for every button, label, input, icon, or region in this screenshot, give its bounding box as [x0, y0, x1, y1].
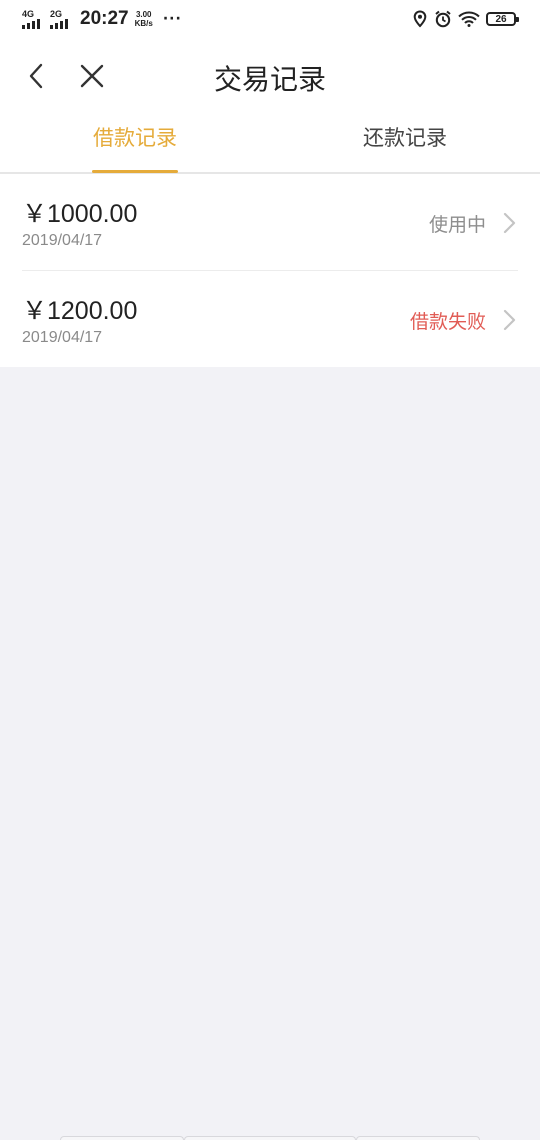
- record-amount: ￥1200.00: [22, 297, 138, 325]
- record-tabs: 借款记录 还款记录: [0, 110, 540, 174]
- list-item[interactable]: ￥1000.00 2019/04/17 使用中: [22, 174, 518, 271]
- record-amount: ￥1000.00: [22, 200, 138, 228]
- bottom-edge-remnant: [0, 1134, 540, 1140]
- active-tab-indicator: [92, 170, 178, 173]
- navigation-bar: 交易记录: [0, 42, 540, 110]
- status-bar-left: 4G 2G 20:27 3.00 KB/s ···: [22, 8, 182, 30]
- network-speed: 3.00 KB/s: [135, 10, 153, 28]
- status-bar-right: 26: [412, 10, 519, 28]
- signal-4g-icon: 4G: [22, 8, 44, 29]
- record-date: 2019/04/17: [22, 232, 103, 249]
- record-status: 借款失败: [409, 311, 486, 333]
- signal-2g-label: 2G: [50, 8, 63, 19]
- speed-value: 3.00: [135, 10, 152, 19]
- record-status: 使用中: [428, 214, 486, 236]
- tab-repayment-records[interactable]: 还款记录: [270, 110, 540, 172]
- tab-loan-records-label: 借款记录: [93, 126, 177, 150]
- wifi-icon: [458, 11, 480, 27]
- list-item[interactable]: ￥1200.00 2019/04/17 借款失败: [22, 271, 518, 367]
- battery-icon: 26: [486, 12, 519, 26]
- tab-loan-records[interactable]: 借款记录: [0, 110, 270, 173]
- status-bar: 4G 2G 20:27 3.00 KB/s ··· 26: [0, 0, 540, 42]
- page-title: 交易记录: [213, 63, 326, 96]
- chevron-right-icon: [503, 309, 516, 331]
- alarm-icon: [435, 10, 451, 28]
- clock: 20:27: [80, 8, 129, 29]
- record-date: 2019/04/17: [22, 329, 103, 346]
- battery-level: 26: [495, 13, 507, 25]
- header-area: 4G 2G 20:27 3.00 KB/s ··· 26 交易记录 借款记录 还…: [0, 0, 540, 174]
- signal-4g-label: 4G: [22, 8, 35, 19]
- chevron-right-icon: [503, 212, 516, 234]
- signal-2g-icon: 2G: [50, 8, 72, 29]
- location-icon: [413, 10, 427, 28]
- more-notifications-icon: ···: [162, 11, 182, 27]
- speed-unit: KB/s: [134, 19, 153, 28]
- record-list: ￥1000.00 2019/04/17 使用中 ￥1200.00 2019/04…: [0, 174, 540, 367]
- tab-repayment-records-label: 还款记录: [363, 126, 447, 150]
